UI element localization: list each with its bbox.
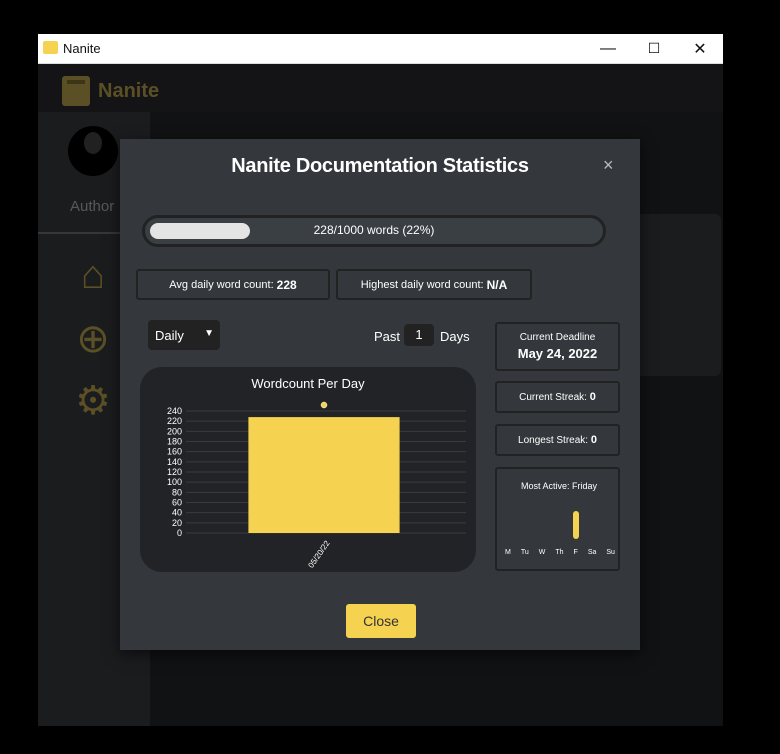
avg-value: 228 bbox=[276, 277, 297, 292]
longest-value: 0 bbox=[590, 434, 597, 446]
weekday-bar bbox=[572, 511, 579, 539]
streak-value: 0 bbox=[589, 391, 596, 403]
y-tick-label: 220 bbox=[167, 416, 182, 426]
y-tick-label: 240 bbox=[167, 406, 182, 416]
x-tick-label: 05/20/22 bbox=[306, 539, 332, 570]
y-tick-label: 180 bbox=[167, 437, 182, 447]
weekday-labels: M Tu W Th F Sa Su bbox=[505, 549, 615, 556]
maximize-button[interactable]: ☐ bbox=[631, 34, 677, 63]
deadline-value: May 24, 2022 bbox=[517, 346, 598, 361]
current-streak-box: Current Streak: 0 bbox=[495, 381, 620, 413]
y-tick-label: 200 bbox=[167, 426, 182, 436]
minimize-button[interactable]: — bbox=[585, 34, 631, 63]
past-label: Past bbox=[374, 329, 401, 344]
weekday-label: Sa bbox=[587, 549, 597, 556]
weekday-label: W bbox=[538, 549, 546, 556]
past-days-input[interactable]: 1 bbox=[404, 324, 434, 346]
word-progress-bar: 228/1000 words (22%) bbox=[142, 215, 606, 247]
bar[interactable] bbox=[248, 417, 400, 533]
weekday-label: M bbox=[505, 549, 511, 556]
weekday-label: Tu bbox=[520, 549, 529, 556]
streak-label: Current Streak: bbox=[519, 392, 587, 403]
avg-daily-word-count: Avg daily word count: 228 bbox=[136, 269, 330, 300]
days-label: Days bbox=[440, 329, 470, 344]
y-tick-label: 60 bbox=[172, 498, 182, 508]
longest-streak-box: Longest Streak: 0 bbox=[495, 424, 620, 456]
period-select-value: Daily bbox=[155, 327, 184, 343]
highest-daily-word-count: Highest daily word count: N/A bbox=[336, 269, 532, 300]
modal-title: Nanite Documentation Statistics bbox=[231, 155, 529, 177]
statistics-modal: Nanite Documentation Statistics × 228/10… bbox=[120, 139, 640, 650]
weekday-label: Su bbox=[606, 549, 615, 556]
app-icon bbox=[43, 41, 58, 54]
y-tick-label: 140 bbox=[167, 457, 182, 467]
current-deadline-box: Current Deadline May 24, 2022 bbox=[495, 322, 620, 371]
window-title: Nanite bbox=[63, 41, 101, 56]
period-select[interactable]: Daily ▼ bbox=[148, 320, 220, 350]
y-tick-label: 20 bbox=[172, 518, 182, 528]
y-tick-label: 120 bbox=[167, 467, 182, 477]
modal-close-icon[interactable]: × bbox=[603, 155, 614, 176]
wordcount-chart: 0 20 40 60 80 100 120 140 160 180 200 220 240 05/20/2… bbox=[140, 367, 476, 572]
window-titlebar: Nanite — ☐ ✕ bbox=[38, 34, 723, 64]
highest-label: Highest daily word count: bbox=[360, 278, 484, 291]
most-active-label: Most Active: Friday bbox=[520, 481, 598, 491]
avg-label: Avg daily word count: bbox=[169, 278, 274, 291]
most-active-box: Most Active: Friday M Tu W Th F Sa Su bbox=[495, 467, 620, 571]
y-tick-label: 160 bbox=[167, 447, 182, 457]
close-window-button[interactable]: ✕ bbox=[677, 34, 723, 63]
chart-title: Wordcount Per Day bbox=[251, 376, 365, 391]
chart-canvas: 020406080100120140160180200220240 05/20/2… bbox=[167, 401, 466, 570]
close-button[interactable]: Close bbox=[346, 604, 416, 638]
y-tick-label: 0 bbox=[177, 528, 182, 538]
longest-label: Longest Streak: bbox=[518, 435, 589, 446]
chevron-down-icon: ▼ bbox=[204, 328, 214, 339]
legend-marker bbox=[320, 401, 328, 409]
y-tick-label: 100 bbox=[167, 477, 182, 487]
weekday-label: Th bbox=[555, 549, 564, 556]
y-tick-label: 40 bbox=[172, 508, 182, 518]
highest-value: N/A bbox=[486, 277, 508, 292]
y-tick-label: 80 bbox=[172, 487, 182, 497]
deadline-label: Current Deadline bbox=[519, 332, 596, 343]
progress-text: 228/1000 words (22%) bbox=[313, 223, 435, 237]
weekday-label: F bbox=[573, 549, 578, 556]
